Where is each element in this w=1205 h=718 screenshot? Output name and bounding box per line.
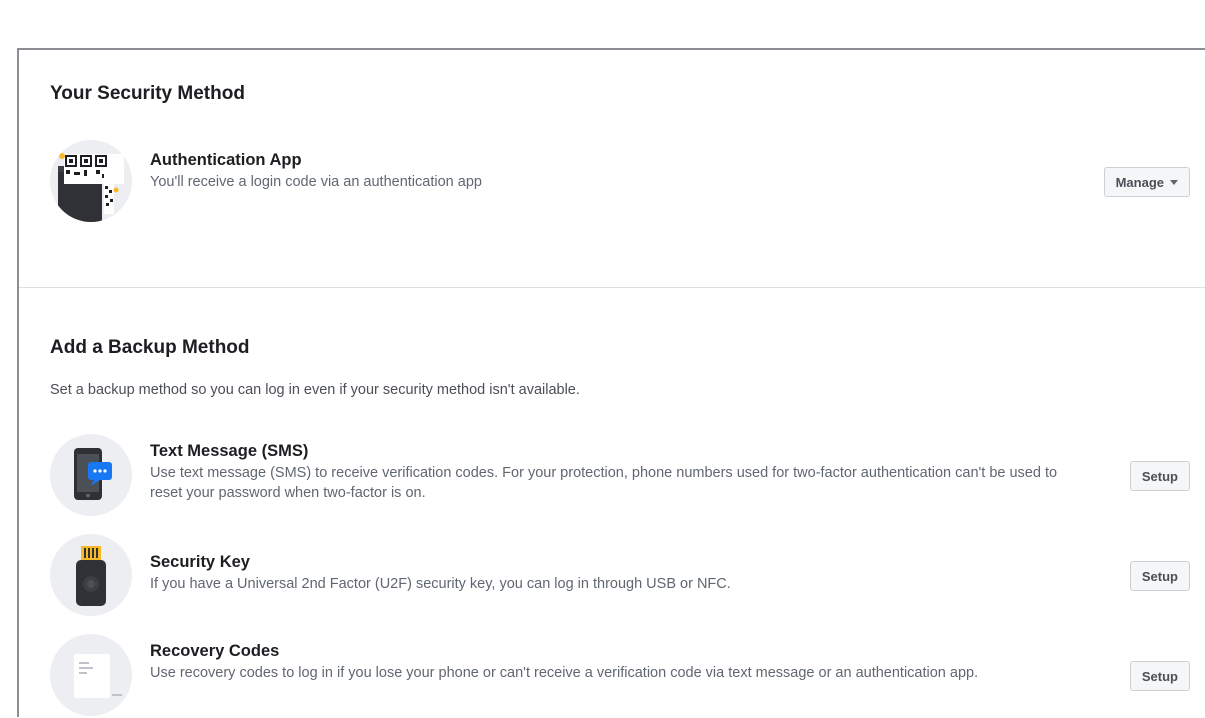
recovery-codes-setup-button[interactable]: Setup <box>1129 661 1190 691</box>
security-method-authentication-app: Authentication App You'll receive a logi… <box>50 140 1190 224</box>
method-name: Security Key <box>150 553 250 571</box>
manage-button-label: Manage <box>1115 174 1164 190</box>
section-divider <box>19 287 1205 288</box>
method-description: Use recovery codes to log in if you lose… <box>150 665 979 681</box>
security-method-title: Your Security Method <box>50 83 245 104</box>
sms-phone-icon <box>50 434 132 516</box>
sms-method-text: Text Message (SMS) Use text message (SMS… <box>150 441 1090 503</box>
security-key-method-text: Security Key If you have a Universal 2nd… <box>150 552 1090 594</box>
backup-method-sms: Text Message (SMS) Use text message (SMS… <box>50 434 1190 518</box>
sms-setup-button[interactable]: Setup <box>1129 461 1190 491</box>
security-key-setup-button[interactable]: Setup <box>1129 561 1190 591</box>
backup-method-recovery-codes: Recovery Codes Use recovery codes to log… <box>50 634 1190 718</box>
method-description: You'll receive a login code via an authe… <box>150 174 482 190</box>
usb-key-icon <box>50 534 132 616</box>
recovery-codes-icon <box>50 634 132 716</box>
two-factor-settings-panel: Your Security Method Authentication App … <box>17 48 1205 717</box>
qr-phone-icon <box>50 140 132 222</box>
security-method-text: Authentication App You'll receive a logi… <box>150 150 1090 192</box>
backup-method-title: Add a Backup Method <box>50 337 250 358</box>
method-description: If you have a Universal 2nd Factor (U2F)… <box>150 576 731 592</box>
method-name: Recovery Codes <box>150 642 280 660</box>
method-name: Text Message (SMS) <box>150 442 309 460</box>
recovery-codes-method-text: Recovery Codes Use recovery codes to log… <box>150 641 1090 683</box>
method-description: Use text message (SMS) to receive verifi… <box>150 465 1058 501</box>
manage-button[interactable]: Manage <box>1103 167 1190 197</box>
backup-method-description: Set a backup method so you can log in ev… <box>50 382 580 398</box>
method-name: Authentication App <box>150 151 302 169</box>
backup-method-security-key: Security Key If you have a Universal 2nd… <box>50 534 1190 618</box>
caret-down-icon <box>1170 179 1178 185</box>
